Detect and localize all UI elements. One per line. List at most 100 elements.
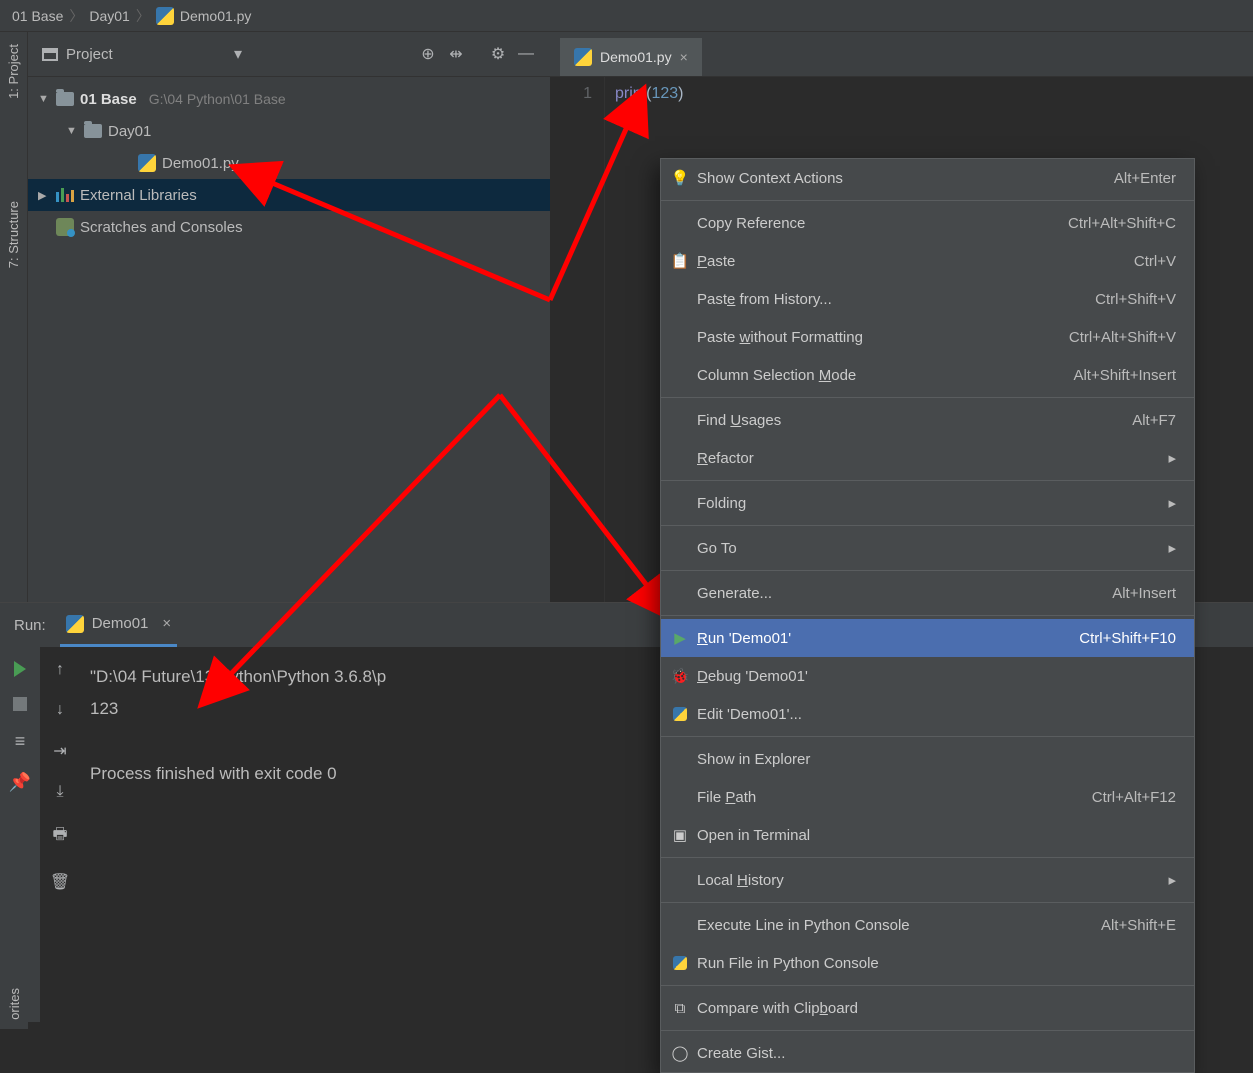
menu-label: Column Selection Mode	[697, 367, 856, 384]
trash-icon[interactable]: 🗑	[50, 872, 70, 892]
menu-folding[interactable]: Folding▸	[661, 484, 1194, 522]
menu-shortcut: Alt+Enter	[1114, 170, 1176, 187]
menu-compare-clipboard[interactable]: ⧉Compare with Clipboard	[661, 989, 1194, 1027]
project-header: Project ▾ ⊕ ⇹ ⚙ —	[28, 32, 550, 77]
menu-label: Create Gist...	[697, 1045, 785, 1062]
menu-open-terminal[interactable]: ▣Open in Terminal	[661, 816, 1194, 854]
run-tab-name: Demo01	[92, 615, 149, 632]
tree-file-label: Demo01.py	[162, 155, 239, 172]
menu-separator	[661, 570, 1194, 571]
menu-find-usages[interactable]: Find UsagesAlt+F7	[661, 401, 1194, 439]
wrap-icon[interactable]: ⇥	[53, 741, 66, 761]
tab-structure[interactable]: 7: Structure	[4, 195, 23, 274]
menu-separator	[661, 985, 1194, 986]
menu-column-selection[interactable]: Column Selection ModeAlt+Shift+Insert	[661, 356, 1194, 394]
folder-icon	[84, 124, 102, 138]
menu-separator	[661, 1030, 1194, 1031]
stop-icon[interactable]	[13, 697, 27, 711]
python-file-icon	[138, 154, 156, 172]
menu-label: Paste	[697, 253, 735, 270]
menu-edit-config[interactable]: Edit 'Demo01'...	[661, 695, 1194, 733]
chevron-down-icon: ▼	[38, 93, 50, 105]
menu-paste[interactable]: 📋PasteCtrl+V	[661, 242, 1194, 280]
menu-paste-without-formatting[interactable]: Paste without FormattingCtrl+Alt+Shift+V	[661, 318, 1194, 356]
menu-local-history[interactable]: Local History▸	[661, 861, 1194, 899]
breadcrumb-folder[interactable]: Day01	[89, 8, 129, 24]
menu-shortcut: Ctrl+V	[1134, 253, 1176, 270]
menu-shortcut: Ctrl+Alt+Shift+V	[1069, 329, 1176, 346]
tree-folder[interactable]: ▼ Day01	[28, 115, 550, 147]
tree-scratches-label: Scratches and Consoles	[80, 219, 243, 236]
menu-label: Refactor	[697, 450, 754, 467]
menu-debug[interactable]: 🐞Debug 'Demo01'	[661, 657, 1194, 695]
run-tab[interactable]: Demo01 ×	[60, 603, 177, 647]
run-toolbar: ≡ 📌	[0, 647, 40, 1022]
menu-label: File Path	[697, 789, 756, 806]
target-icon[interactable]: ⊕	[418, 44, 438, 64]
menu-file-path[interactable]: File PathCtrl+Alt+F12	[661, 778, 1194, 816]
tab-favorites[interactable]: orites	[7, 988, 22, 1020]
play-icon[interactable]	[14, 661, 26, 677]
menu-label: Run File in Python Console	[697, 955, 879, 972]
bulb-icon: 💡	[671, 169, 689, 187]
menu-refactor[interactable]: Refactor▸	[661, 439, 1194, 477]
menu-show-explorer[interactable]: Show in Explorer	[661, 740, 1194, 778]
menu-create-gist[interactable]: ◯Create Gist...	[661, 1034, 1194, 1072]
editor-tab-label: Demo01.py	[600, 49, 672, 65]
tree-external-label: External Libraries	[80, 187, 197, 204]
python-file-icon	[66, 615, 84, 633]
folder-icon	[56, 92, 74, 106]
compare-icon: ⧉	[671, 999, 689, 1017]
menu-label: Execute Line in Python Console	[697, 917, 910, 934]
menu-run[interactable]: ▶ Run 'Demo01' Ctrl+Shift+F10	[661, 619, 1194, 657]
project-title[interactable]: Project	[66, 46, 226, 63]
layout-icon[interactable]: ≡	[15, 731, 26, 752]
gear-icon[interactable]: ⚙	[488, 44, 508, 64]
menu-goto[interactable]: Go To▸	[661, 529, 1194, 567]
menu-label: Folding	[697, 495, 746, 512]
python-file-icon	[574, 48, 592, 66]
editor-tab[interactable]: Demo01.py ×	[560, 38, 702, 76]
menu-label: Generate...	[697, 585, 772, 602]
python-file-icon	[156, 7, 174, 25]
menu-run-file-console[interactable]: Run File in Python Console	[661, 944, 1194, 982]
collapse-icon[interactable]: ⇹	[446, 44, 466, 64]
tab-project[interactable]: 1: Project	[4, 38, 23, 105]
play-icon: ▶	[671, 629, 689, 647]
menu-shortcut: Ctrl+Alt+Shift+C	[1068, 215, 1176, 232]
menu-paste-history[interactable]: Paste from History...Ctrl+Shift+V	[661, 280, 1194, 318]
chevron-down-icon[interactable]: ▾	[234, 44, 242, 64]
breadcrumb: 01 Base 〉 Day01 〉 Demo01.py	[0, 0, 1253, 32]
scroll-icon[interactable]: ⤓	[56, 783, 63, 801]
tree-root-label: 01 Base	[80, 91, 137, 108]
tree-root-path: G:\04 Python\01 Base	[149, 91, 286, 107]
bug-icon: 🐞	[671, 667, 689, 685]
menu-label: Run 'Demo01'	[697, 630, 791, 647]
libraries-icon	[56, 188, 74, 202]
close-icon[interactable]: ×	[680, 49, 688, 65]
tree-scratches[interactable]: ▶ Scratches and Consoles	[28, 211, 550, 243]
menu-execute-line[interactable]: Execute Line in Python ConsoleAlt+Shift+…	[661, 906, 1194, 944]
chevron-right-icon: ▸	[1168, 539, 1176, 557]
minimize-icon[interactable]: —	[516, 44, 536, 64]
arrow-down-icon[interactable]: ↓	[56, 701, 64, 719]
menu-show-context-actions[interactable]: 💡 Show Context Actions Alt+Enter	[661, 159, 1194, 197]
editor-tab-bar: Demo01.py ×	[550, 32, 1253, 77]
tree-file[interactable]: Demo01.py	[28, 147, 550, 179]
menu-generate[interactable]: Generate...Alt+Insert	[661, 574, 1194, 612]
tree-folder-label: Day01	[108, 123, 151, 140]
breadcrumb-file[interactable]: Demo01.py	[180, 8, 252, 24]
print-icon[interactable]: 🖶	[52, 823, 67, 850]
breadcrumb-root[interactable]: 01 Base	[12, 8, 63, 24]
tree-external-libraries[interactable]: ▶ External Libraries	[28, 179, 550, 211]
menu-separator	[661, 200, 1194, 201]
arrow-up-icon[interactable]: ↑	[56, 661, 64, 679]
tree-root[interactable]: ▼ 01 Base G:\04 Python\01 Base	[28, 83, 550, 115]
menu-copy-reference[interactable]: Copy ReferenceCtrl+Alt+Shift+C	[661, 204, 1194, 242]
pin-icon[interactable]: 📌	[9, 772, 31, 793]
chevron-right-icon: 〉	[69, 6, 83, 26]
menu-shortcut: Ctrl+Shift+F10	[1079, 630, 1176, 647]
close-icon[interactable]: ×	[162, 615, 171, 632]
line-gutter: 1	[550, 77, 605, 602]
line-number: 1	[583, 85, 592, 102]
